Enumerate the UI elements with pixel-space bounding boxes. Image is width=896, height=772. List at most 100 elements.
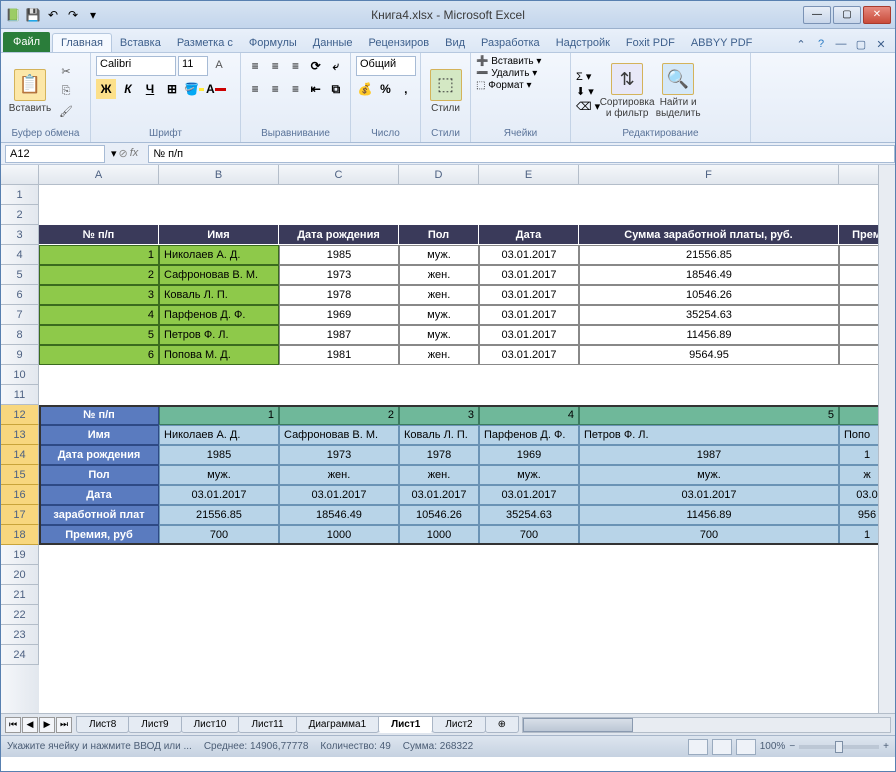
sheet-tab[interactable]: Лист2: [432, 716, 485, 733]
border-button[interactable]: ⊞: [162, 79, 182, 99]
cell[interactable]: Петров Ф. Л.: [159, 325, 279, 345]
cell[interactable]: 4: [39, 305, 159, 325]
copy-icon[interactable]: ⎘: [57, 82, 75, 100]
col-header-C[interactable]: C: [279, 165, 399, 184]
sort-filter-button[interactable]: ⇅Сортировка и фильтр: [603, 56, 651, 126]
cell[interactable]: Парфенов Д. Ф.: [479, 425, 579, 445]
tab-layout[interactable]: Разметка с: [169, 34, 241, 52]
redo-icon[interactable]: ↷: [65, 7, 81, 23]
cell[interactable]: 1987: [579, 445, 839, 465]
row-header-3[interactable]: 3: [1, 225, 39, 245]
row-header-24[interactable]: 24: [1, 645, 39, 665]
formula-bar[interactable]: № п/п: [148, 145, 895, 163]
align-left-icon[interactable]: ≡: [246, 79, 264, 99]
row-header-9[interactable]: 9: [1, 345, 39, 365]
cell[interactable]: № п/п: [39, 405, 159, 425]
find-select-button[interactable]: 🔍Найти и выделить: [654, 56, 702, 126]
autosum-icon[interactable]: Σ ▾: [576, 70, 600, 83]
new-sheet-button[interactable]: ⊕: [485, 716, 519, 733]
tab-home[interactable]: Главная: [52, 33, 112, 52]
normal-view-button[interactable]: [688, 739, 708, 755]
format-painter-icon[interactable]: 🖌: [57, 102, 75, 120]
name-box[interactable]: A12: [5, 145, 105, 163]
row-header-5[interactable]: 5: [1, 265, 39, 285]
fill-icon[interactable]: ⬇ ▾: [576, 85, 600, 98]
cell[interactable]: Дата рождения: [39, 445, 159, 465]
cell[interactable]: 1969: [279, 305, 399, 325]
tab-review[interactable]: Рецензиров: [361, 34, 438, 52]
cell[interactable]: 18546.49: [579, 265, 839, 285]
format-cells-button[interactable]: ⬚ Формат ▾: [476, 80, 565, 91]
cell[interactable]: 6: [39, 345, 159, 365]
row-header-18[interactable]: 18: [1, 525, 39, 545]
styles-button[interactable]: ⬚Стили: [426, 56, 465, 126]
workbook-close-icon[interactable]: ✕: [873, 36, 889, 52]
tab-nav-last-icon[interactable]: ⏭: [56, 717, 72, 733]
cell[interactable]: 03.01.2017: [479, 285, 579, 305]
fx-icon[interactable]: fx: [130, 147, 143, 160]
zoom-thumb[interactable]: [835, 741, 843, 753]
cell[interactable]: Дата: [479, 225, 579, 245]
close-button[interactable]: ✕: [863, 6, 891, 24]
cell[interactable]: Коваль Л. П.: [159, 285, 279, 305]
page-layout-view-button[interactable]: [712, 739, 732, 755]
cell[interactable]: 1: [39, 245, 159, 265]
cell[interactable]: 10546.26: [399, 505, 479, 525]
row-header-6[interactable]: 6: [1, 285, 39, 305]
cell[interactable]: муж.: [399, 245, 479, 265]
wrap-text-icon[interactable]: ⤶: [327, 56, 345, 76]
cell[interactable]: муж.: [399, 305, 479, 325]
cell[interactable]: № п/п: [39, 225, 159, 245]
col-header-A[interactable]: A: [39, 165, 159, 184]
cell[interactable]: жен.: [399, 345, 479, 365]
tab-nav-prev-icon[interactable]: ◀: [22, 717, 38, 733]
cell[interactable]: 1000: [399, 525, 479, 545]
minimize-button[interactable]: —: [803, 6, 831, 24]
cell[interactable]: муж.: [159, 465, 279, 485]
row-header-13[interactable]: 13: [1, 425, 39, 445]
tab-data[interactable]: Данные: [305, 34, 361, 52]
currency-icon[interactable]: 💰: [356, 79, 374, 99]
cell[interactable]: Николаев А. Д.: [159, 245, 279, 265]
cell[interactable]: 35254.63: [579, 305, 839, 325]
cell[interactable]: 11456.89: [579, 325, 839, 345]
row-header-8[interactable]: 8: [1, 325, 39, 345]
bold-button[interactable]: Ж: [96, 79, 116, 99]
cell[interactable]: 21556.85: [159, 505, 279, 525]
align-right-icon[interactable]: ≡: [286, 79, 304, 99]
cell[interactable]: 9564.95: [579, 345, 839, 365]
cancel-formula-icon[interactable]: ⊘: [119, 147, 128, 160]
row-header-23[interactable]: 23: [1, 625, 39, 645]
cell[interactable]: 1000: [279, 525, 399, 545]
tab-abbyy[interactable]: ABBYY PDF: [683, 34, 761, 52]
col-header-E[interactable]: E: [479, 165, 579, 184]
align-top-icon[interactable]: ≡: [246, 56, 264, 76]
cell[interactable]: жен.: [399, 285, 479, 305]
fill-color-button[interactable]: 🪣: [184, 79, 204, 99]
sheet-tab[interactable]: Лист1: [378, 716, 433, 733]
cell[interactable]: 03.01.2017: [479, 265, 579, 285]
row-header-14[interactable]: 14: [1, 445, 39, 465]
cell[interactable]: жен.: [279, 465, 399, 485]
cell[interactable]: 03.01.2017: [579, 485, 839, 505]
cell[interactable]: 700: [579, 525, 839, 545]
sheet-tab[interactable]: Лист8: [76, 716, 129, 733]
cell[interactable]: 1978: [399, 445, 479, 465]
cell[interactable]: 700: [159, 525, 279, 545]
font-color-button[interactable]: A: [206, 79, 226, 99]
orientation-icon[interactable]: ⟳: [307, 56, 325, 76]
cell[interactable]: 5: [39, 325, 159, 345]
horizontal-scrollbar[interactable]: [522, 717, 891, 733]
zoom-in-button[interactable]: +: [883, 741, 889, 752]
cell[interactable]: 1978: [279, 285, 399, 305]
undo-icon[interactable]: ↶: [45, 7, 61, 23]
tab-nav-next-icon[interactable]: ▶: [39, 717, 55, 733]
tab-formulas[interactable]: Формулы: [241, 34, 305, 52]
cell[interactable]: Коваль Л. П.: [399, 425, 479, 445]
align-center-icon[interactable]: ≡: [266, 79, 284, 99]
sheet-tab[interactable]: Диаграмма1: [296, 716, 380, 733]
cell[interactable]: Парфенов Д. Ф.: [159, 305, 279, 325]
merge-icon[interactable]: ⧉: [327, 79, 345, 99]
cell[interactable]: Петров Ф. Л.: [579, 425, 839, 445]
row-header-15[interactable]: 15: [1, 465, 39, 485]
